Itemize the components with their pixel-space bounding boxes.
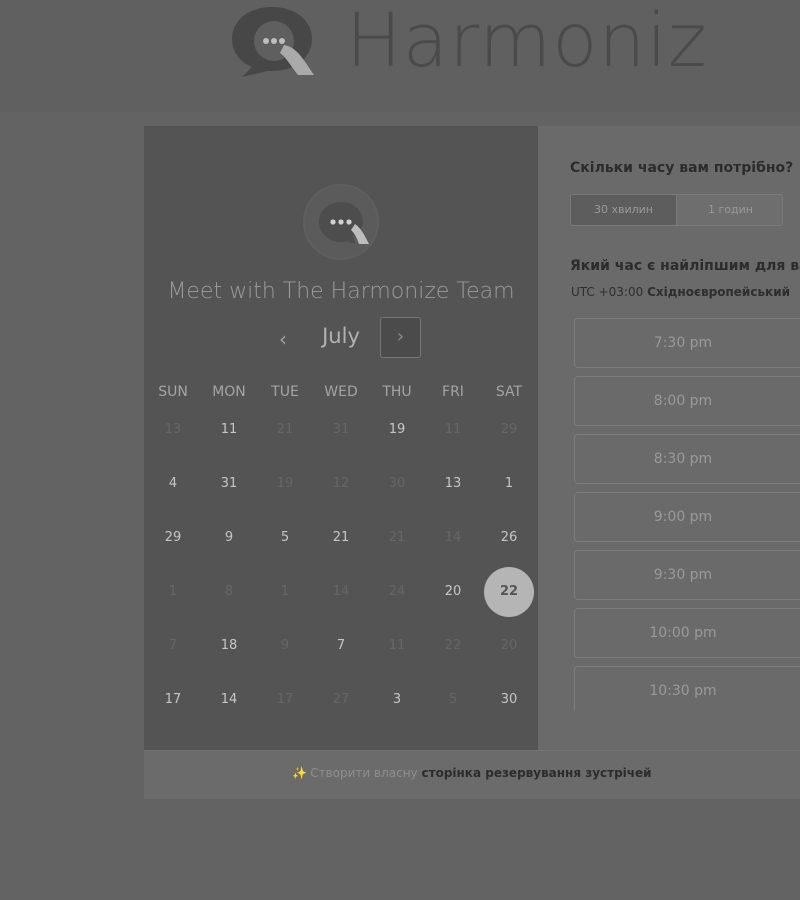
available-day-button[interactable]: 9: [204, 513, 254, 563]
unavailable-day: 21: [276, 422, 294, 437]
time-slot-button[interactable]: 10:00 pm: [574, 608, 800, 658]
header: Harmoniz: [0, 0, 800, 112]
time-slot-button[interactable]: 7:30 pm: [574, 318, 800, 368]
unavailable-day: 22: [444, 638, 462, 653]
available-day-button[interactable]: 29: [148, 513, 198, 563]
available-day-button[interactable]: 1: [484, 459, 534, 509]
time-slot-button[interactable]: 10:30 pm: [574, 666, 800, 710]
unavailable-day: 11: [444, 422, 462, 437]
weekday-label: SUN: [158, 384, 188, 400]
time-slot-button[interactable]: 8:30 pm: [574, 434, 800, 484]
footer-link-text: сторінка резервування зустрічей: [421, 766, 652, 780]
available-day-button[interactable]: 5: [260, 513, 310, 563]
brand-name: Harmoniz: [346, 0, 708, 84]
available-day-button[interactable]: 3: [372, 675, 422, 725]
footer-prefix: Створити власну: [310, 766, 418, 780]
unavailable-day: 12: [332, 476, 350, 491]
footer-bar: ✨ Створити власну сторінка резервування …: [144, 750, 800, 799]
unavailable-day: 31: [332, 422, 350, 437]
time-slot-button[interactable]: 8:00 pm: [574, 376, 800, 426]
create-booking-page-link[interactable]: ✨ Створити власну сторінка резервування …: [144, 766, 800, 780]
time-slot-button[interactable]: 9:30 pm: [574, 550, 800, 600]
available-day-button[interactable]: 30: [484, 675, 534, 725]
unavailable-day: 19: [276, 476, 294, 491]
available-day-button[interactable]: 26: [484, 513, 534, 563]
duration-30-min-button[interactable]: 30 хвилин: [571, 195, 677, 225]
available-day-button[interactable]: 31: [204, 459, 254, 509]
unavailable-day: 1: [280, 584, 290, 599]
weekday-label: FRI: [442, 384, 464, 400]
unavailable-day: 8: [224, 584, 234, 599]
meeting-title: Meet with The Harmonize Team: [167, 279, 515, 304]
unavailable-day: 14: [444, 530, 462, 545]
available-day-button[interactable]: 11: [204, 405, 254, 455]
timezone-label[interactable]: UTC +03:00 Східноєвропейський: [571, 285, 790, 299]
timezone-offset: UTC +03:00: [571, 285, 644, 299]
weekday-label: SAT: [495, 384, 523, 400]
unavailable-day: 27: [332, 692, 350, 707]
available-day-button[interactable]: 4: [148, 459, 198, 509]
unavailable-day: 7: [168, 638, 178, 653]
unavailable-day: 9: [280, 638, 290, 653]
available-day-button[interactable]: 19: [372, 405, 422, 455]
unavailable-day: 17: [276, 692, 294, 707]
sparkle-icon: ✨: [292, 766, 308, 780]
weekday-label: THU: [382, 384, 412, 400]
selected-day-button[interactable]: 22: [484, 567, 534, 617]
weekday-label: WED: [324, 384, 358, 400]
unavailable-day: 11: [388, 638, 406, 653]
duration-question: Скільки часу вам потрібно?: [570, 160, 794, 176]
unavailable-day: 14: [332, 584, 350, 599]
team-avatar: [303, 184, 379, 260]
time-slot-button[interactable]: 9:00 pm: [574, 492, 800, 542]
duration-toggle: 30 хвилин 1 годин: [570, 194, 783, 226]
unavailable-day: 5: [448, 692, 458, 707]
calendar-panel: Meet with The Harmonize Team ‹ July › SU…: [144, 126, 538, 750]
unavailable-day: 30: [388, 476, 406, 491]
available-day-button[interactable]: 17: [148, 675, 198, 725]
available-day-button[interactable]: 13: [428, 459, 478, 509]
time-question: Який час є найліпшим для ва: [570, 258, 800, 274]
unavailable-day: 29: [500, 422, 518, 437]
time-selection-panel: Скільки часу вам потрібно? 30 хвилин 1 г…: [538, 126, 800, 750]
weekday-label: TUE: [271, 384, 299, 400]
harmonize-logo-icon: [232, 7, 314, 77]
unavailable-day: 21: [388, 530, 406, 545]
available-day-button[interactable]: 20: [428, 567, 478, 617]
next-month-button[interactable]: ›: [380, 317, 421, 358]
available-day-button[interactable]: 18: [204, 621, 254, 671]
previous-month-button[interactable]: ‹: [270, 326, 296, 352]
available-day-button[interactable]: 14: [204, 675, 254, 725]
available-day-button[interactable]: 7: [316, 621, 366, 671]
timezone-name: Східноєвропейський: [647, 285, 791, 299]
unavailable-day: 20: [500, 638, 518, 653]
time-slot-list: 7:30 pm 8:00 pm 8:30 pm 9:00 pm 9:30 pm 10:00…: [574, 318, 800, 710]
unavailable-day: 24: [388, 584, 406, 599]
month-label: July: [322, 324, 360, 348]
weekday-header: SUN MON TUE WED THU FRI SAT: [144, 384, 538, 404]
duration-1-hour-button[interactable]: 1 годин: [677, 195, 782, 225]
unavailable-day: 1: [168, 584, 178, 599]
unavailable-day: 13: [164, 422, 182, 437]
available-day-button[interactable]: 21: [316, 513, 366, 563]
harmonize-chat-icon: [303, 184, 379, 260]
weekday-label: MON: [212, 384, 246, 400]
